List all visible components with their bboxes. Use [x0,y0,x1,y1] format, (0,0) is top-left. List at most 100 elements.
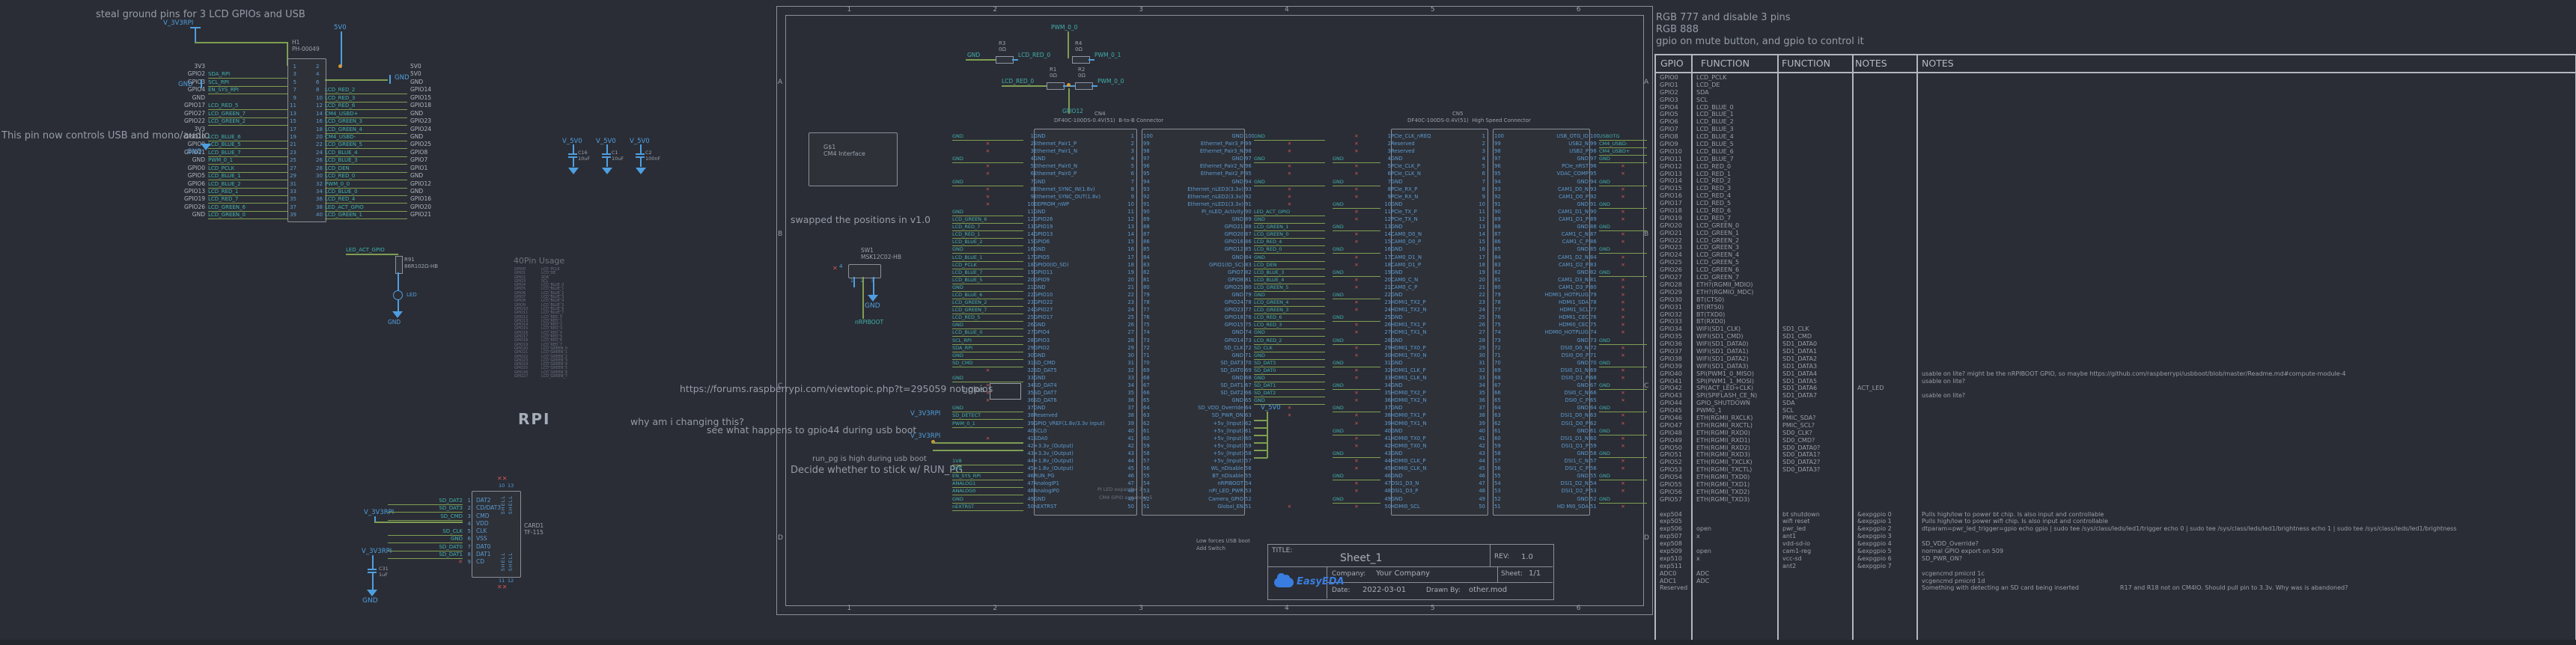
net-label[interactable]: ✕ [1333,148,1380,155]
net-label[interactable]: GND [952,375,1023,382]
net-label[interactable] [208,64,287,70]
capacitor-unit[interactable]: V_5V0 C16 10uF [562,138,590,183]
net-label[interactable]: ✕ [1599,254,1647,261]
net-label[interactable]: GND [952,156,1023,164]
net-label[interactable]: GND [952,284,1023,292]
net-label[interactable]: LCD_RED_3 [1254,322,1325,330]
net-label[interactable]: LCD_BLUE_0 [952,329,1023,337]
net-label[interactable]: ✕ [1333,367,1380,374]
net-label[interactable]: GND [1333,496,1380,504]
net-label[interactable]: SD_CMD [952,360,1023,367]
net-label[interactable]: GND [1599,337,1647,345]
net-label[interactable]: SD_DAT0 [1254,367,1325,375]
net-label[interactable]: ✕ [1333,412,1380,419]
net-label[interactable]: SD_DETECT [952,412,1023,421]
net-label[interactable]: ✕ [1599,345,1647,352]
gnd-label[interactable]: GND [187,148,202,156]
net-label[interactable]: LCD_DEN [325,165,407,173]
net-label[interactable]: ✕ [1333,299,1380,306]
net-label[interactable]: CM4_USBD- [325,134,407,141]
net-label[interactable]: ✕ [1599,504,1647,510]
net-label[interactable]: ✕ [1254,504,1325,510]
net-label[interactable]: LCD_BLUE_2 [208,181,287,189]
net-label[interactable]: PWM_0_0 [325,181,407,189]
net-label[interactable]: GND [1599,450,1647,458]
net-label[interactable]: SDA_RPI [952,345,1023,352]
net-label[interactable]: LCD_BLUE_6 [208,134,287,141]
net-label[interactable]: LED_ACT_GPIO [325,204,407,212]
net-label[interactable]: SDA_RPI [208,71,287,79]
date-value[interactable]: 2022-03-01 [1362,586,1406,594]
resistor-r2[interactable] [1075,82,1093,90]
net-label[interactable] [952,443,1023,450]
net-label[interactable]: GND [1333,450,1380,458]
net-label[interactable]: ✕ [1599,171,1647,177]
net-label[interactable]: EN_SYS_RPI [952,473,1023,481]
net-lcdred0[interactable]: LCD_RED_0 [1002,78,1034,85]
net-label[interactable]: ✕ [1254,163,1325,170]
net-label[interactable]: GND [1254,156,1325,164]
gpio-function-table[interactable]: GPIO FUNCTION FUNCTION NOTES NOTES GPIO0… [1654,54,2576,641]
net-label[interactable]: ✕ [1599,292,1647,299]
power-flag-v3v3rpi[interactable]: V_3V3RPI [910,432,940,440]
gnd-label[interactable]: GND [178,81,193,88]
net-label[interactable]: LCD_RED_3 [325,95,407,103]
gnd-symbol[interactable] [201,144,211,150]
net-label[interactable] [1254,421,1325,427]
net-label[interactable]: LCD_PCLK [952,262,1023,269]
net-label[interactable]: LCD_BLUE_4 [325,150,407,157]
net-label[interactable]: LCD_GREEN_0 [208,212,287,220]
net-label[interactable]: LCD_GREEN_2 [952,299,1023,308]
net-label[interactable]: ✕ [1599,314,1647,321]
net-label[interactable]: LCD_BLUE_4 [1254,277,1325,284]
net-label[interactable]: LCD_RED_4 [325,196,407,204]
net-label[interactable]: SD_CLK [388,528,463,537]
net-label[interactable] [1254,435,1325,442]
net-label[interactable]: ✕ [1333,277,1380,284]
net-label[interactable]: GND [388,536,463,544]
net-label[interactable]: GND [1333,382,1380,391]
net-label[interactable]: ✕ [1333,239,1380,245]
net-label[interactable]: LCD_BLUE_5 [952,277,1023,284]
net-label[interactable]: ✕ [1333,194,1380,201]
net-label[interactable]: LCD_BLUE_3 [1254,269,1325,277]
net-label[interactable]: SD_DAT2 [1254,390,1325,398]
net-label[interactable]: ✕ [1333,216,1380,223]
net-label[interactable]: CM4_USBD+ [1599,148,1647,156]
net-label[interactable]: LED_ACT_GPIO [1254,209,1325,216]
net-label[interactable]: ✕ [1599,163,1647,170]
net-label[interactable]: GND [952,133,1023,141]
net-label[interactable]: GND [1333,269,1380,277]
cn5-part[interactable]: DF40C-100DS-0.4V(51) [1407,117,1469,123]
net-label[interactable]: LCD_PCLK [208,165,287,173]
net-gpio12[interactable]: GPIO12 [1062,108,1083,114]
net-label[interactable]: GND [1599,428,1647,435]
net-label[interactable]: GND [1599,179,1647,186]
net-label[interactable]: ✕ [1333,443,1380,450]
comment-gpio-mute[interactable]: gpio on mute button, and gpio to control… [1656,36,1864,47]
net-label[interactable]: LCD_RED_2 [1254,337,1325,345]
net-label[interactable]: GND [1254,352,1325,360]
resistor-r91[interactable] [395,256,403,274]
net-label[interactable]: LCD_BLUE_7 [208,150,287,157]
net-label[interactable]: GND [1254,133,1325,141]
net-label[interactable]: LCD_RED_0 [325,173,407,181]
net-label[interactable]: ✕ [952,390,1023,397]
net-label[interactable]: ✕ [1333,480,1380,487]
drawn-by-value[interactable]: other.mod [1469,586,1507,594]
gnd-symbol[interactable] [868,295,878,302]
net-label[interactable]: ✕ [952,435,1023,442]
net-label[interactable] [952,428,1023,435]
net-label[interactable]: LCD_GREEN_2 [208,118,287,126]
net-label[interactable]: LCD_BLUE_5 [208,141,287,150]
net-label[interactable]: ✕ [952,367,1023,374]
net-label[interactable]: ✕ [1254,412,1325,419]
rev-value[interactable]: 1.0 [1521,553,1533,561]
net-label[interactable]: LCD_RED_6 [325,103,407,111]
power-flag-5v0[interactable]: 5V0 [334,24,347,31]
net-label[interactable]: USBOTG [1599,133,1647,141]
net-label[interactable] [1254,488,1325,495]
net-label[interactable]: LCD_RED_5 [952,314,1023,322]
net-label[interactable]: GND [1333,360,1380,367]
net-label[interactable]: ✕ [1599,239,1647,245]
